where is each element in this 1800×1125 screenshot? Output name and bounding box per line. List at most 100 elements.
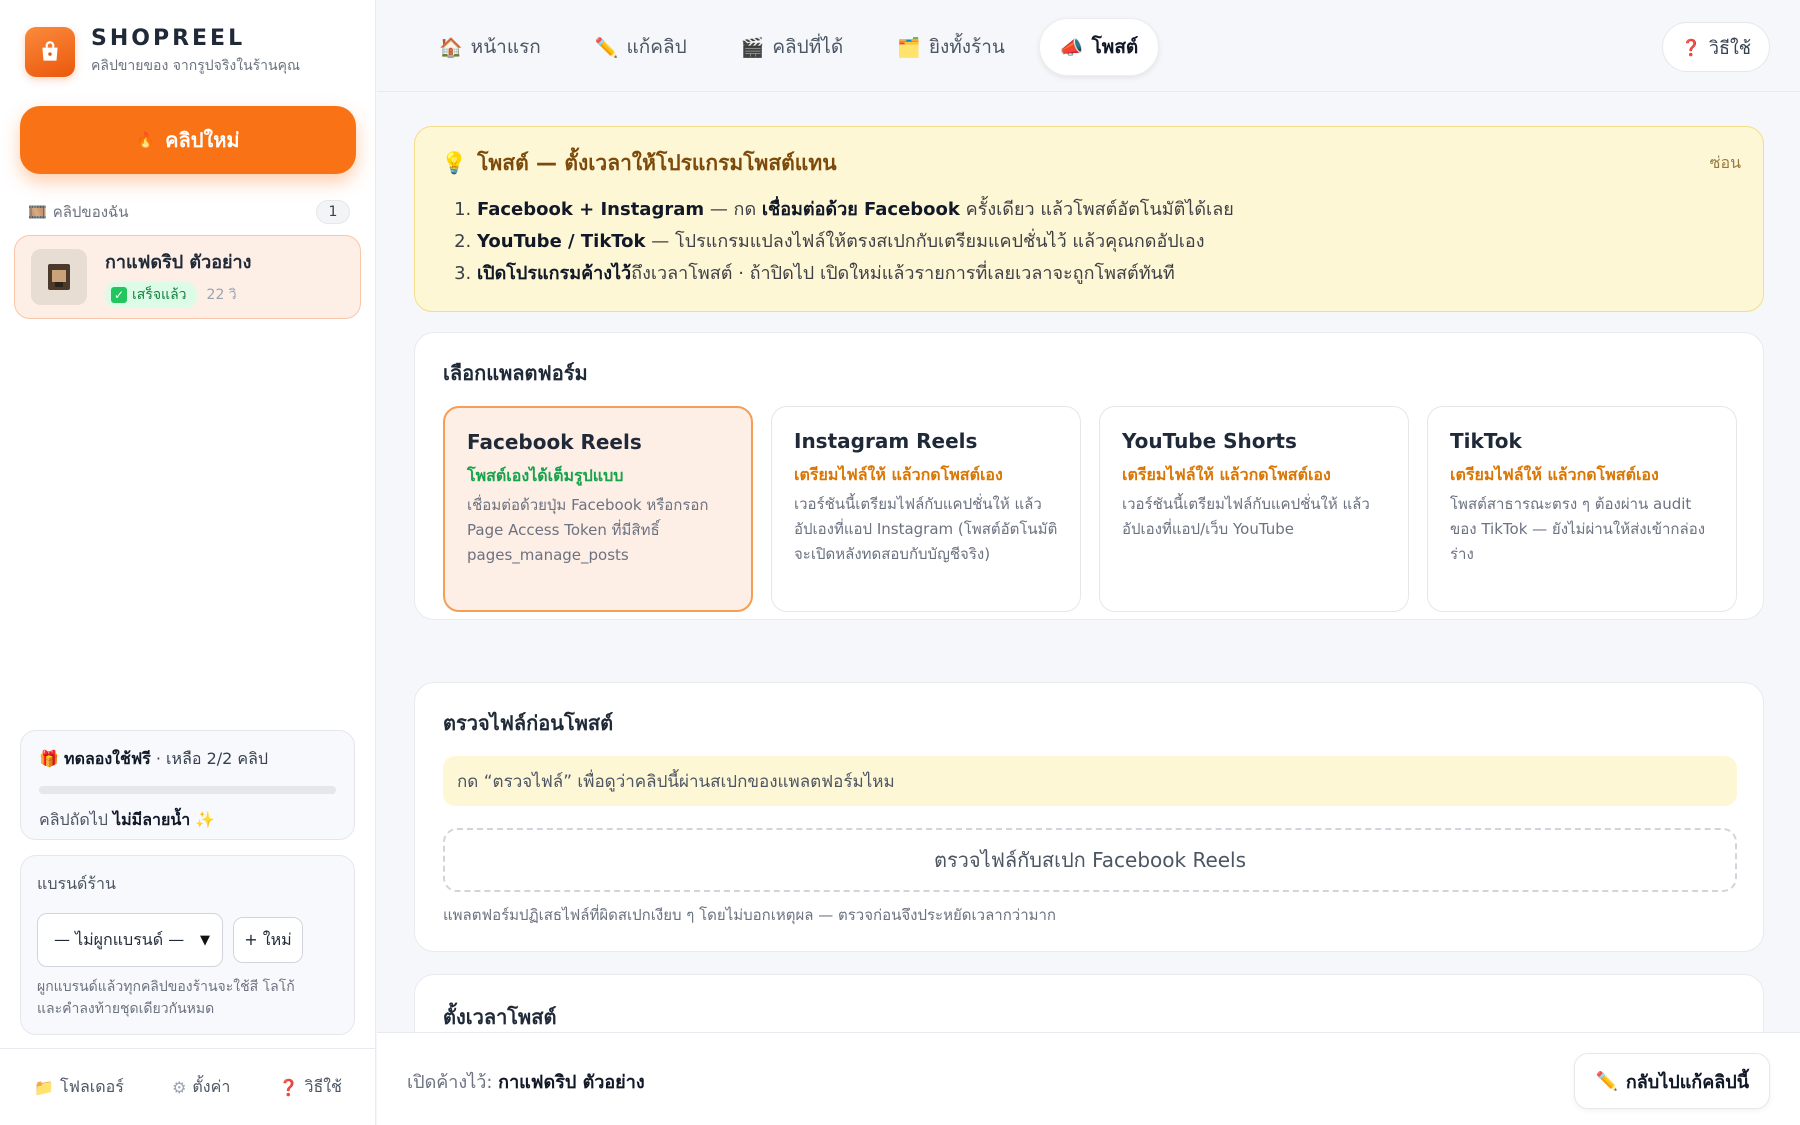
clip-status: เสร็จแล้ว — [132, 286, 187, 303]
gear-icon: ⚙ — [172, 1077, 187, 1097]
top-nav: 🏠 หน้าแรก ✏️ แก้คลิป 🎬 คลิปที่ได้ 🗂️ ยิง… — [377, 0, 1800, 92]
tab-batch[interactable]: 🗂️ ยิงทั้งร้าน — [877, 18, 1025, 76]
question-icon: ❓ — [1680, 37, 1701, 57]
app-brand: SHOPREEL คลิปขายของ จากรูปจริงในร้านคุณ — [25, 26, 300, 77]
platform-name: Facebook Reels — [467, 430, 642, 454]
tab-results[interactable]: 🎬 คลิปที่ได้ — [721, 18, 864, 76]
check-section-title: ตรวจไฟล์ก่อนโพสต์ — [443, 711, 614, 735]
app-subtitle: คลิปขายของ จากรูปจริงในร้านคุณ — [91, 58, 300, 74]
trial-line: 🎁 ทดลองใช้ฟรี · เหลือ 2/2 คลิป — [39, 747, 336, 772]
platform-desc: โพสต์สาธารณะตรง ๆ ต้องผ่าน audit ของ Tik… — [1450, 495, 1706, 563]
platform-name: TikTok — [1450, 429, 1522, 453]
schedule-card: ตั้งเวลาโพสต์ — [414, 974, 1764, 1032]
trial-remaining: · เหลือ 2/2 คลิป — [155, 749, 269, 768]
clip-thumbnail — [31, 249, 87, 305]
platform-option-facebook[interactable]: Facebook Reels โพสต์เองได้เต็มรูปแบบ เชื… — [443, 406, 753, 612]
my-clips-count: 1 — [316, 200, 350, 224]
trial-card: 🎁 ทดลองใช้ฟรี · เหลือ 2/2 คลิป คลิปถัดไป… — [20, 730, 355, 840]
platform-tag: เตรียมไฟล์ให้ แล้วกดโพสต์เอง — [794, 465, 1003, 484]
trial-progress-bar — [39, 786, 336, 794]
clip-title: กาแฟดริป ตัวอย่าง — [105, 251, 252, 273]
platform-desc: เวอร์ชันนี้เตรียมไฟล์กับแคปชั่นให้ แล้วอ… — [794, 495, 1058, 563]
help-link[interactable]: ❓ วิธีใช้ — [279, 1075, 342, 1100]
main-tabs: 🏠 หน้าแรก ✏️ แก้คลิป 🎬 คลิปที่ได้ 🗂️ ยิง… — [419, 18, 1160, 76]
folder-label: โฟลเดอร์ — [60, 1076, 124, 1096]
tab-post[interactable]: 📣 โพสต์ — [1038, 18, 1160, 76]
platform-tag: โพสต์เองได้เต็มรูปแบบ — [467, 466, 624, 485]
film-icon: 🎞️ — [28, 203, 47, 221]
brand-help-line2: และคำลงท้ายชุดเดียวกันหมด — [37, 1000, 215, 1017]
help-label: วิธีใช้ — [304, 1076, 342, 1096]
info-title-text: โพสต์ — ตั้งเวลาให้โปรแกรมโพสต์แทน — [477, 151, 837, 175]
tab-home[interactable]: 🏠 หน้าแรก — [419, 18, 561, 76]
brand-help: ผูกแบรนด์แล้วทุกคลิปของร้านจะใช้สี โลโก้… — [37, 977, 338, 1020]
pencil-icon: ✏️ — [1595, 1070, 1618, 1092]
brand-card: แบรนด์ร้าน — ไม่ผูกแบรนด์ — ▼ + ใหม่ ผูก… — [20, 855, 355, 1035]
platform-section-title: เลือกแพลตฟอร์ม — [443, 361, 588, 385]
folder-link[interactable]: 📁 โฟลเดอร์ — [34, 1075, 124, 1100]
main-content: 💡 โพสต์ — ตั้งเวลาให้โปรแกรมโพสต์แทน ซ่อ… — [377, 92, 1800, 1032]
info-item: เปิดโปรแกรมค้างไว้ถึงเวลาโพสต์ · ถ้าปิดไ… — [477, 258, 1737, 290]
info-item: YouTube / TikTok — โปรแกรมแปลงไฟล์ให้ตรง… — [477, 226, 1737, 258]
back-to-edit-label: กลับไปแก้คลิปนี้ — [1625, 1071, 1749, 1093]
folder-tabs-icon: 🗂️ — [897, 36, 921, 59]
clip-duration: 22 วิ — [206, 286, 237, 303]
clapper-icon: 🎬 — [740, 36, 765, 59]
file-check-card: ตรวจไฟล์ก่อนโพสต์ กด “ตรวจไฟล์” เพื่อดูว… — [414, 682, 1764, 952]
info-banner: 💡 โพสต์ — ตั้งเวลาให้โปรแกรมโพสต์แทน ซ่อ… — [414, 126, 1764, 312]
settings-label: ตั้งค่า — [192, 1076, 231, 1096]
tab-batch-label: ยิงทั้งร้าน — [928, 36, 1005, 58]
flame-icon: 🔥 — [136, 131, 156, 149]
settings-link[interactable]: ⚙ ตั้งค่า — [172, 1075, 230, 1100]
open-clip-label: เปิดค้างไว้: กาแฟดริป ตัวอย่าง — [407, 1067, 645, 1096]
brand-select-value: — ไม่ผูกแบรนด์ — — [54, 929, 185, 949]
platform-card: เลือกแพลตฟอร์ม Facebook Reels โพสต์เองได… — [414, 332, 1764, 620]
question-icon: ❓ — [278, 1077, 299, 1097]
new-clip-label: คลิปใหม่ — [165, 128, 240, 152]
platform-option-youtube[interactable]: YouTube Shorts เตรียมไฟล์ให้ แล้วกดโพสต์… — [1099, 406, 1409, 612]
new-clip-button[interactable]: 🔥 คลิปใหม่ — [20, 106, 356, 174]
tab-edit-label: แก้คลิป — [626, 36, 687, 58]
status-badge: ✓ เสร็จแล้ว — [105, 281, 197, 308]
my-clips-header: 🎞️ คลิปของฉัน 1 — [28, 200, 350, 224]
app-name: SHOPREEL — [91, 26, 246, 51]
back-to-edit-button[interactable]: ✏️ กลับไปแก้คลิปนี้ — [1574, 1053, 1770, 1109]
check-file-button[interactable]: ตรวจไฟล์กับสเปก Facebook Reels — [443, 828, 1737, 892]
check-icon: ✓ — [111, 286, 127, 303]
help-button[interactable]: ❓ วิธีใช้ — [1661, 22, 1770, 72]
trial-next-bold: ไม่มีลายน้ำ — [113, 810, 191, 829]
sparkle-icon: ✨ — [195, 810, 216, 829]
schedule-section-title: ตั้งเวลาโพสต์ — [443, 1005, 557, 1029]
tab-home-label: หน้าแรก — [470, 36, 541, 58]
new-brand-button[interactable]: + ใหม่ — [233, 917, 303, 963]
info-item: Facebook + Instagram — กด เชื่อมต่อด้วย … — [477, 194, 1737, 226]
platform-option-instagram[interactable]: Instagram Reels เตรียมไฟล์ให้ แล้วกดโพสต… — [771, 406, 1081, 612]
folder-icon: 📁 — [34, 1077, 55, 1097]
brand-card-title: แบรนด์ร้าน — [37, 874, 116, 893]
home-icon: 🏠 — [439, 36, 463, 59]
sidebar: SHOPREEL คลิปขายของ จากรูปจริงในร้านคุณ … — [0, 0, 376, 1125]
platform-tag: เตรียมไฟล์ให้ แล้วกดโพสต์เอง — [1122, 465, 1331, 484]
brand-help-line1: ผูกแบรนด์แล้วทุกคลิปของร้านจะใช้สี โลโก้ — [37, 979, 295, 995]
info-list: Facebook + Instagram — กด เชื่อมต่อด้วย … — [441, 194, 1737, 290]
tab-edit[interactable]: ✏️ แก้คลิป — [575, 18, 707, 76]
trial-next: คลิปถัดไป ไม่มีลายน้ำ ✨ — [39, 808, 336, 833]
check-hint: กด “ตรวจไฟล์” เพื่อดูว่าคลิปนี้ผ่านสเปกข… — [443, 756, 1737, 806]
platform-name: Instagram Reels — [794, 429, 978, 453]
open-prefix: เปิดค้างไว้: — [407, 1072, 493, 1093]
tab-results-label: คลิปที่ได้ — [772, 36, 844, 58]
shopping-bag-icon — [25, 26, 75, 77]
chevron-down-icon: ▼ — [200, 932, 210, 948]
pencil-icon: ✏️ — [594, 36, 619, 59]
platform-option-tiktok[interactable]: TikTok เตรียมไฟล์ให้ แล้วกดโพสต์เอง โพสต… — [1427, 406, 1737, 612]
platform-desc: เชื่อมต่อด้วยปุ่ม Facebook หรือกรอก Page… — [467, 496, 709, 564]
hide-info-button[interactable]: ซ่อน — [1710, 151, 1741, 176]
platform-options: Facebook Reels โพสต์เองได้เต็มรูปแบบ เชื… — [443, 406, 1737, 612]
brand-select[interactable]: — ไม่ผูกแบรนด์ — ▼ — [37, 913, 223, 967]
sidebar-footer: 📁 โฟลเดอร์ ⚙ ตั้งค่า ❓ วิธีใช้ — [0, 1048, 376, 1125]
platform-desc: เวอร์ชันนี้เตรียมไฟล์กับแคปชั่นให้ แล้วอ… — [1122, 495, 1370, 538]
help-button-label: วิธีใช้ — [1708, 37, 1751, 59]
clip-list-item[interactable]: กาแฟดริป ตัวอย่าง ✓ เสร็จแล้ว 22 วิ — [14, 235, 361, 319]
open-clip-name: กาแฟดริป ตัวอย่าง — [498, 1072, 645, 1093]
megaphone-icon: 📣 — [1059, 36, 1084, 59]
